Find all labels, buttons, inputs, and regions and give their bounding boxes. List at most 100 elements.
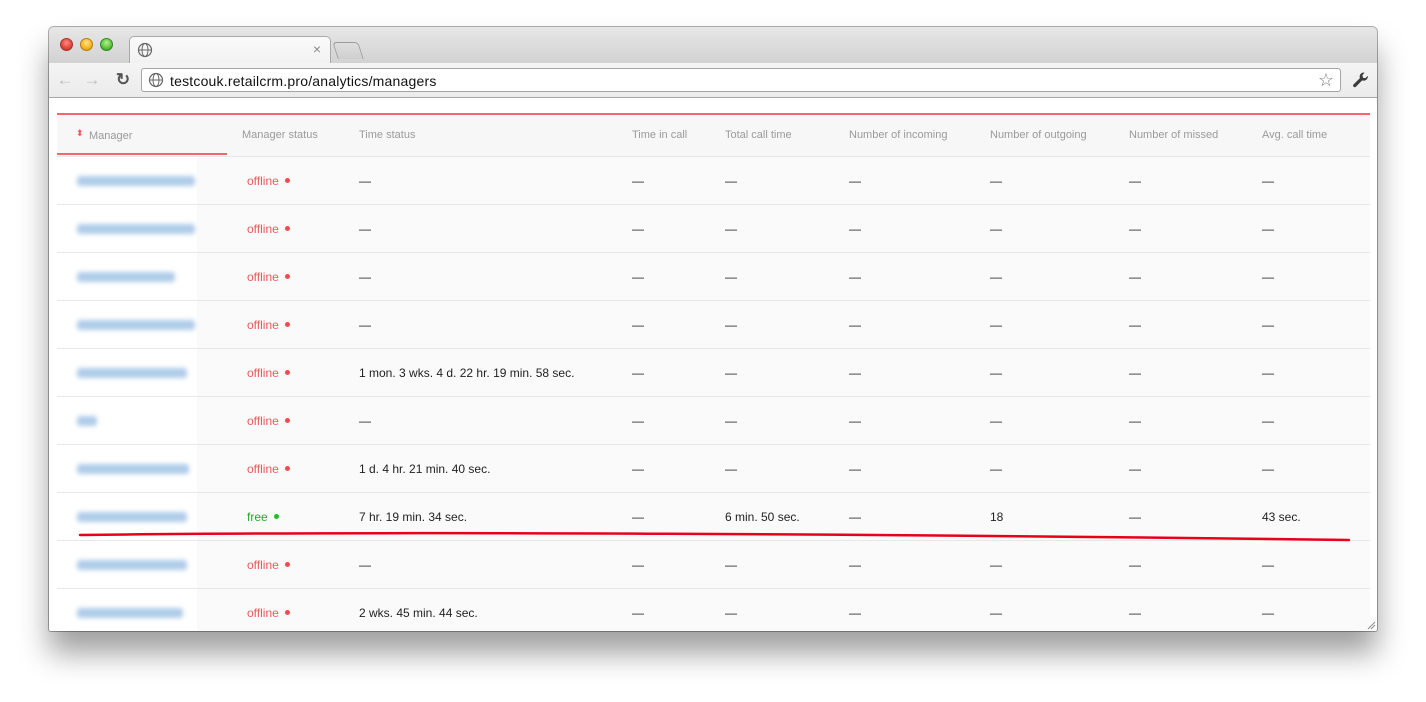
bookmark-star-icon[interactable]: ☆ <box>1318 70 1334 90</box>
column-header-incoming[interactable]: Number of incoming <box>849 129 947 141</box>
status-label: offline <box>247 318 279 332</box>
manager-name-cell[interactable] <box>57 541 197 588</box>
back-arrow-icon[interactable]: ← <box>55 70 75 90</box>
column-header-manager-status[interactable]: Manager status <box>242 129 318 141</box>
address-bar[interactable]: testcouk.retailcrm.pro/analytics/manager… <box>141 68 1341 92</box>
manager-name-cell[interactable] <box>57 589 197 631</box>
manager-name-redacted[interactable] <box>77 512 187 522</box>
table-row[interactable]: offline 1 d. 4 hr. 21 min. 40 sec. — — — — — — <box>57 445 1370 493</box>
missed-count-cell: — <box>1129 174 1141 188</box>
manager-name-redacted[interactable] <box>77 560 187 570</box>
table-row[interactable]: offline — — — — — — — <box>57 301 1370 349</box>
time-status-cell: — <box>359 270 371 284</box>
manager-name-redacted[interactable] <box>77 368 187 378</box>
time-status-cell: — <box>359 222 371 236</box>
close-window-button[interactable] <box>60 38 73 51</box>
status-label: offline <box>247 558 279 572</box>
browser-tab[interactable]: × <box>129 36 331 63</box>
manager-name-cell[interactable] <box>57 397 197 444</box>
outgoing-count-cell: — <box>990 174 1002 188</box>
wrench-icon[interactable] <box>1350 69 1372 91</box>
manager-name-cell[interactable] <box>57 301 197 348</box>
status-label: offline <box>247 606 279 620</box>
tab-close-icon[interactable]: × <box>313 40 321 58</box>
missed-count-cell: — <box>1129 222 1141 236</box>
resize-grip-icon[interactable] <box>1366 620 1376 630</box>
browser-toolbar: ← → ↻ testcouk.retailcrm.pro/analytics/m… <box>49 63 1377 98</box>
manager-name-cell[interactable] <box>57 157 197 204</box>
manager-name-cell[interactable] <box>57 253 197 300</box>
missed-count-cell: — <box>1129 366 1141 380</box>
time-status-cell: — <box>359 414 371 428</box>
time-in-call-cell: — <box>632 414 644 428</box>
column-header-manager[interactable]: ⬍ Manager <box>57 115 227 155</box>
column-header-time-in-call[interactable]: Time in call <box>632 129 687 141</box>
column-header-outgoing[interactable]: Number of outgoing <box>990 129 1087 141</box>
manager-name-cell[interactable] <box>57 205 197 252</box>
table-row[interactable]: offline — — — — — — — <box>57 253 1370 301</box>
column-header-total-call-time[interactable]: Total call time <box>725 129 792 141</box>
reload-icon[interactable]: ↻ <box>113 70 133 90</box>
incoming-count-cell: — <box>849 270 861 284</box>
time-status-cell: 7 hr. 19 min. 34 sec. <box>359 510 468 524</box>
status-dot-icon <box>284 322 290 328</box>
column-header-missed[interactable]: Number of missed <box>1129 129 1218 141</box>
missed-count-cell: — <box>1129 510 1141 524</box>
manager-name-redacted[interactable] <box>77 224 195 234</box>
avg-call-time-cell: — <box>1262 606 1274 620</box>
status-dot-icon <box>284 370 290 376</box>
total-call-time-cell: — <box>725 558 737 572</box>
managers-table: ⬍ Manager Manager status Time status Tim… <box>57 115 1370 631</box>
avg-call-time-cell: — <box>1262 318 1274 332</box>
missed-count-cell: — <box>1129 270 1141 284</box>
manager-name-redacted[interactable] <box>77 464 189 474</box>
sort-icon[interactable]: ⬍ <box>76 128 84 139</box>
incoming-count-cell: — <box>849 222 861 236</box>
status-label: free <box>247 510 268 524</box>
manager-name-redacted[interactable] <box>77 320 195 330</box>
manager-name-cell[interactable] <box>57 445 197 492</box>
table-row[interactable]: offline — — — — — — — <box>57 157 1370 205</box>
column-header-time-status[interactable]: Time status <box>359 129 415 141</box>
table-row[interactable]: offline 1 mon. 3 wks. 4 d. 22 hr. 19 min.… <box>57 349 1370 397</box>
table-row[interactable]: offline — — — — — — — <box>57 541 1370 589</box>
missed-count-cell: — <box>1129 462 1141 476</box>
manager-name-cell[interactable] <box>57 349 197 396</box>
status-dot-icon <box>284 418 290 424</box>
total-call-time-cell: — <box>725 318 737 332</box>
minimize-window-button[interactable] <box>80 38 93 51</box>
forward-arrow-icon[interactable]: → <box>82 70 102 90</box>
manager-name-redacted[interactable] <box>77 416 97 426</box>
column-header-avg-call-time[interactable]: Avg. call time <box>1262 129 1327 141</box>
browser-window: × ← → ↻ testcouk.retailcrm.pro/analytics… <box>49 27 1377 631</box>
manager-name-redacted[interactable] <box>77 272 175 282</box>
table-row[interactable]: offline — — — — — — — <box>57 397 1370 445</box>
page-content: ⬍ Manager Manager status Time status Tim… <box>49 98 1377 631</box>
outgoing-count-cell: — <box>990 366 1002 380</box>
time-in-call-cell: — <box>632 318 644 332</box>
status-dot-icon <box>284 178 290 184</box>
outgoing-count-cell: — <box>990 558 1002 572</box>
manager-name-cell[interactable] <box>57 493 197 540</box>
table-row[interactable]: offline — — — — — — — <box>57 205 1370 253</box>
globe-icon <box>137 42 153 58</box>
status-dot-icon <box>284 226 290 232</box>
time-in-call-cell: — <box>632 366 644 380</box>
table-row[interactable]: offline 2 wks. 45 min. 44 sec. — — — — — — <box>57 589 1370 631</box>
missed-count-cell: — <box>1129 558 1141 572</box>
manager-status: offline <box>247 318 290 332</box>
table-header: ⬍ Manager Manager status Time status Tim… <box>57 115 1370 157</box>
new-tab-button[interactable] <box>332 42 364 59</box>
time-in-call-cell: — <box>632 558 644 572</box>
avg-call-time-cell: — <box>1262 222 1274 236</box>
total-call-time-cell: — <box>725 270 737 284</box>
time-status-cell: — <box>359 318 371 332</box>
manager-name-redacted[interactable] <box>77 608 183 618</box>
table-row[interactable]: free 7 hr. 19 min. 34 sec. — 6 min. 50 sec.… <box>57 493 1370 541</box>
zoom-window-button[interactable] <box>100 38 113 51</box>
time-in-call-cell: — <box>632 510 644 524</box>
time-status-cell: 1 d. 4 hr. 21 min. 40 sec. <box>359 462 491 476</box>
status-label: offline <box>247 414 279 428</box>
incoming-count-cell: — <box>849 462 861 476</box>
manager-name-redacted[interactable] <box>77 176 195 186</box>
